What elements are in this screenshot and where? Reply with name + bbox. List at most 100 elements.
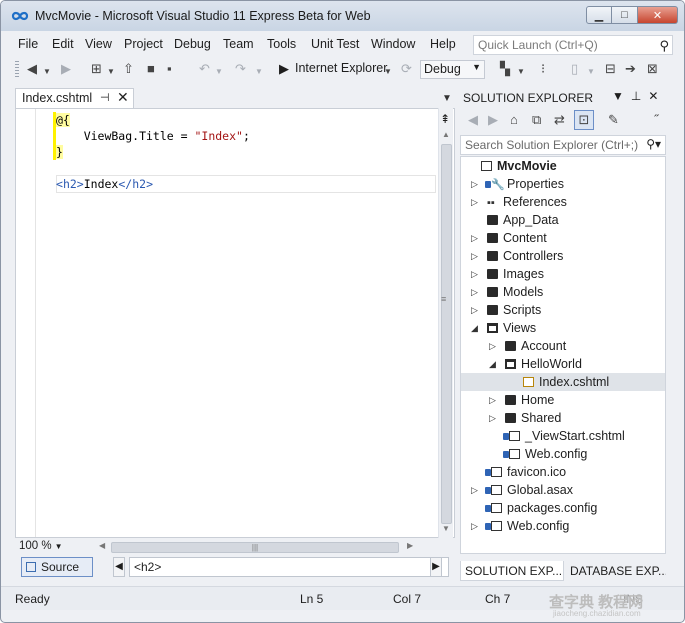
- back-dropdown-icon[interactable]: ▼: [43, 63, 51, 81]
- expand-arrow-icon[interactable]: ▷: [471, 301, 481, 319]
- more-options-icon[interactable]: ˝: [654, 112, 658, 127]
- tree-item[interactable]: ▷ Content: [461, 229, 665, 247]
- toolbar-grip[interactable]: [15, 61, 19, 77]
- code-line[interactable]: }: [56, 144, 63, 160]
- menu-tools[interactable]: Tools: [267, 37, 296, 51]
- expand-arrow-icon[interactable]: ▷: [471, 517, 481, 535]
- forward-icon[interactable]: ▶: [488, 112, 498, 128]
- code-line[interactable]: <h2>Index</h2>: [56, 176, 153, 192]
- code-line[interactable]: ViewBag.Title = "Index";: [56, 128, 250, 144]
- expand-arrow-icon[interactable]: ▷: [471, 481, 481, 499]
- tree-item[interactable]: ▷ Controllers: [461, 247, 665, 265]
- source-view-tab[interactable]: Source: [21, 557, 93, 577]
- editor-horizontal-scrollbar[interactable]: ◀ ||| ▶: [95, 541, 419, 553]
- find-icon[interactable]: ⁝: [541, 60, 545, 78]
- tree-item[interactable]: ▷ Models: [461, 283, 665, 301]
- maximize-button[interactable]: □: [612, 6, 638, 24]
- menu-file[interactable]: File: [18, 37, 38, 51]
- solution-search-input[interactable]: Search Solution Explorer (Ctrl+;) ⚲▾: [460, 135, 666, 155]
- menu-debug[interactable]: Debug: [174, 37, 211, 51]
- close-tab-icon[interactable]: ✕: [117, 89, 129, 106]
- expand-arrow-icon[interactable]: ▷: [471, 175, 481, 193]
- configuration-combo[interactable]: Debug ▼: [420, 60, 485, 79]
- properties-icon[interactable]: ✎: [608, 112, 619, 128]
- code-editor[interactable]: @{ ViewBag.Title = "Index";} <h2>Index</h…: [15, 108, 455, 538]
- menu-help[interactable]: Help: [430, 37, 456, 51]
- back-icon[interactable]: ◀: [27, 60, 37, 78]
- home-icon[interactable]: ⌂: [510, 112, 518, 127]
- horizontal-scroll-thumb[interactable]: |||: [111, 542, 399, 553]
- menu-team[interactable]: Team: [223, 37, 254, 51]
- tree-item[interactable]: ▷ 🔧 Properties: [461, 175, 665, 193]
- tree-item[interactable]: packages.config: [461, 499, 665, 517]
- menu-window[interactable]: Window: [371, 37, 415, 51]
- scroll-left-icon[interactable]: ◀: [99, 541, 105, 550]
- tree-item[interactable]: ▷ Web.config: [461, 517, 665, 535]
- undo-dropdown-icon[interactable]: ▼: [215, 63, 223, 81]
- close-pane-icon[interactable]: ✕: [648, 89, 658, 103]
- navigate-forward-icon[interactable]: ➔: [625, 60, 636, 78]
- code-line[interactable]: @{: [56, 112, 70, 128]
- expand-arrow-icon[interactable]: ▷: [471, 283, 481, 301]
- scroll-up-icon[interactable]: ▲: [442, 130, 450, 139]
- tab-index-cshtml[interactable]: Index.cshtml ⊣ ✕: [15, 88, 134, 108]
- tree-item[interactable]: ▷ Account: [461, 337, 665, 355]
- tab-solution-explorer[interactable]: SOLUTION EXP...: [460, 561, 564, 581]
- pin-icon[interactable]: ⊣: [100, 91, 110, 104]
- expand-arrow-icon[interactable]: ▷: [489, 391, 499, 409]
- expand-arrow-icon[interactable]: ▷: [471, 247, 481, 265]
- tree-item[interactable]: ▷ Global.asax: [461, 481, 665, 499]
- expand-arrow-icon[interactable]: ▷: [471, 229, 481, 247]
- menu-unit-test[interactable]: Unit Test: [311, 37, 359, 51]
- tree-item[interactable]: favicon.ico: [461, 463, 665, 481]
- undo-icon[interactable]: ↶: [199, 60, 210, 78]
- show-all-files-icon[interactable]: ⊡: [574, 110, 594, 130]
- menu-view[interactable]: View: [85, 37, 112, 51]
- solution-config-icon[interactable]: ▚: [500, 60, 510, 78]
- tree-item[interactable]: ◢ HelloWorld: [461, 355, 665, 373]
- config-dropdown-icon[interactable]: ▼: [517, 63, 525, 81]
- quick-launch-input[interactable]: Quick Launch (Ctrl+Q) ⚲: [473, 35, 673, 55]
- tree-item[interactable]: ▷ Scripts: [461, 301, 665, 319]
- tree-item[interactable]: _ViewStart.cshtml: [461, 427, 665, 445]
- tab-database-explorer[interactable]: DATABASE EXP...: [566, 561, 666, 581]
- redo-icon[interactable]: ↷: [235, 60, 246, 78]
- expand-arrow-icon[interactable]: ▷: [489, 337, 499, 355]
- tree-item[interactable]: App_Data: [461, 211, 665, 229]
- expand-arrow-icon[interactable]: ▷: [471, 193, 481, 211]
- tree-item[interactable]: Web.config: [461, 445, 665, 463]
- redo-dropdown-icon[interactable]: ▼: [255, 63, 263, 81]
- scroll-thumb[interactable]: [441, 144, 452, 524]
- tree-item[interactable]: MvcMovie: [461, 157, 665, 175]
- refresh-icon[interactable]: ⟳: [401, 60, 412, 78]
- expand-arrow-icon[interactable]: ▷: [471, 265, 481, 283]
- browser-dropdown-icon[interactable]: ▼: [384, 63, 392, 81]
- save-icon[interactable]: ■: [147, 60, 155, 78]
- tree-item[interactable]: ▷ Shared: [461, 409, 665, 427]
- tree-item[interactable]: ▷ Images: [461, 265, 665, 283]
- menu-project[interactable]: Project: [124, 37, 163, 51]
- extension-icon[interactable]: ⊠: [647, 60, 658, 78]
- split-window-icon[interactable]: ⇞: [440, 112, 450, 126]
- minimize-button[interactable]: ▁: [586, 6, 612, 24]
- comment-dropdown-icon[interactable]: ▼: [587, 63, 595, 81]
- tag-breadcrumb[interactable]: <h2>: [129, 557, 449, 577]
- solution-tree[interactable]: MvcMovie ▷ 🔧 Properties ▷ ▪▪ References App_Dat…: [460, 156, 666, 554]
- expand-arrow-icon[interactable]: ▷: [489, 409, 499, 427]
- nav-left-button[interactable]: ◀: [113, 557, 125, 577]
- menu-edit[interactable]: Edit: [52, 37, 74, 51]
- tree-item[interactable]: ◢ Views: [461, 319, 665, 337]
- pane-dropdown-icon[interactable]: ▼: [612, 89, 624, 103]
- new-dropdown-icon[interactable]: ▼: [107, 63, 115, 81]
- document-list-dropdown-icon[interactable]: ▼: [442, 93, 452, 104]
- collapse-arrow-icon[interactable]: ◢: [489, 355, 499, 373]
- scroll-down-icon[interactable]: ▼: [442, 524, 450, 533]
- scroll-right-icon[interactable]: ▶: [407, 541, 413, 550]
- toolbox-icon[interactable]: ⊟: [605, 60, 616, 78]
- collapse-arrow-icon[interactable]: ◢: [471, 319, 481, 337]
- comment-icon[interactable]: ▯: [571, 60, 578, 78]
- sync-icon[interactable]: ⇄: [554, 112, 565, 128]
- tree-item[interactable]: ▷ ▪▪ References: [461, 193, 665, 211]
- nav-right-button[interactable]: ▶: [430, 557, 442, 577]
- save-all-icon[interactable]: ▪: [167, 60, 172, 78]
